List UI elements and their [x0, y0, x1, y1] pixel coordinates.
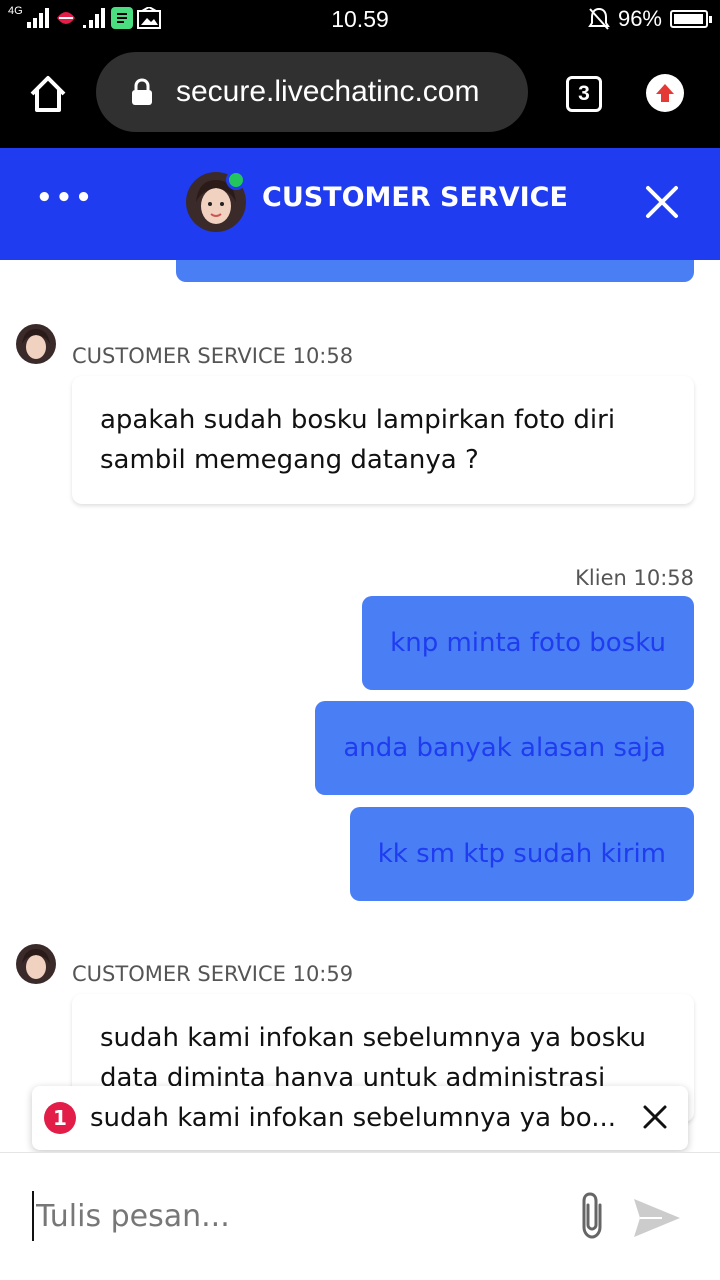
notification-preview: sudah kami infokan sebelumnya ya bo... [90, 1103, 617, 1133]
home-icon[interactable] [28, 74, 68, 114]
battery-level [674, 14, 703, 24]
send-icon[interactable] [632, 1197, 682, 1239]
message-sender: CUSTOMER SERVICE 10:58 [72, 344, 354, 368]
client-message-bubble: kk sm ktp sudah kirim [349, 807, 694, 901]
update-button[interactable] [646, 74, 684, 112]
online-status-dot [226, 170, 246, 190]
chat-title: CUSTOMER SERVICE [262, 182, 568, 213]
close-chat-icon[interactable] [644, 184, 680, 220]
agent-message-bubble: apakah sudah bosku lampirkan foto diri s… [72, 376, 694, 504]
close-notification-icon[interactable] [642, 1104, 668, 1130]
battery-percent: 96% [617, 6, 662, 31]
tab-switcher-button[interactable]: 3 [566, 76, 602, 112]
agent-avatar-small [16, 944, 56, 984]
battery-icon [670, 10, 712, 28]
more-options-icon[interactable]: ••• [36, 185, 95, 211]
message-list[interactable]: CUSTOMER SERVICE 10:58 apakah sudah bosk… [0, 260, 720, 1152]
message-sender: CUSTOMER SERVICE 10:59 [72, 962, 354, 986]
url-text: secure.livechatinc.com [176, 75, 480, 108]
new-message-notification[interactable]: 1 sudah kami infokan sebelumnya ya bo... [32, 1086, 688, 1150]
chat-header: ••• CUSTOMER SERVICE [0, 148, 720, 260]
message-input[interactable] [32, 1191, 532, 1241]
unread-count-badge: 1 [44, 1102, 76, 1134]
lock-icon [132, 78, 152, 105]
previous-client-bubble [176, 260, 694, 282]
message-sender: Klien 10:58 [575, 566, 694, 590]
update-arrow-icon [656, 84, 674, 102]
attachment-icon[interactable] [574, 1189, 610, 1241]
status-bar: 4G 10.59 96% [0, 0, 720, 38]
address-bar[interactable]: secure.livechatinc.com [96, 52, 528, 132]
agent-avatar-small [16, 324, 56, 364]
client-message-bubble: knp minta foto bosku [362, 596, 694, 690]
message-composer [0, 1152, 720, 1280]
browser-toolbar: secure.livechatinc.com 3 [0, 38, 720, 148]
status-right-icons: 96% [588, 6, 712, 32]
client-message-bubble: anda banyak alasan saja [315, 701, 694, 795]
mute-bell-icon [588, 7, 610, 30]
